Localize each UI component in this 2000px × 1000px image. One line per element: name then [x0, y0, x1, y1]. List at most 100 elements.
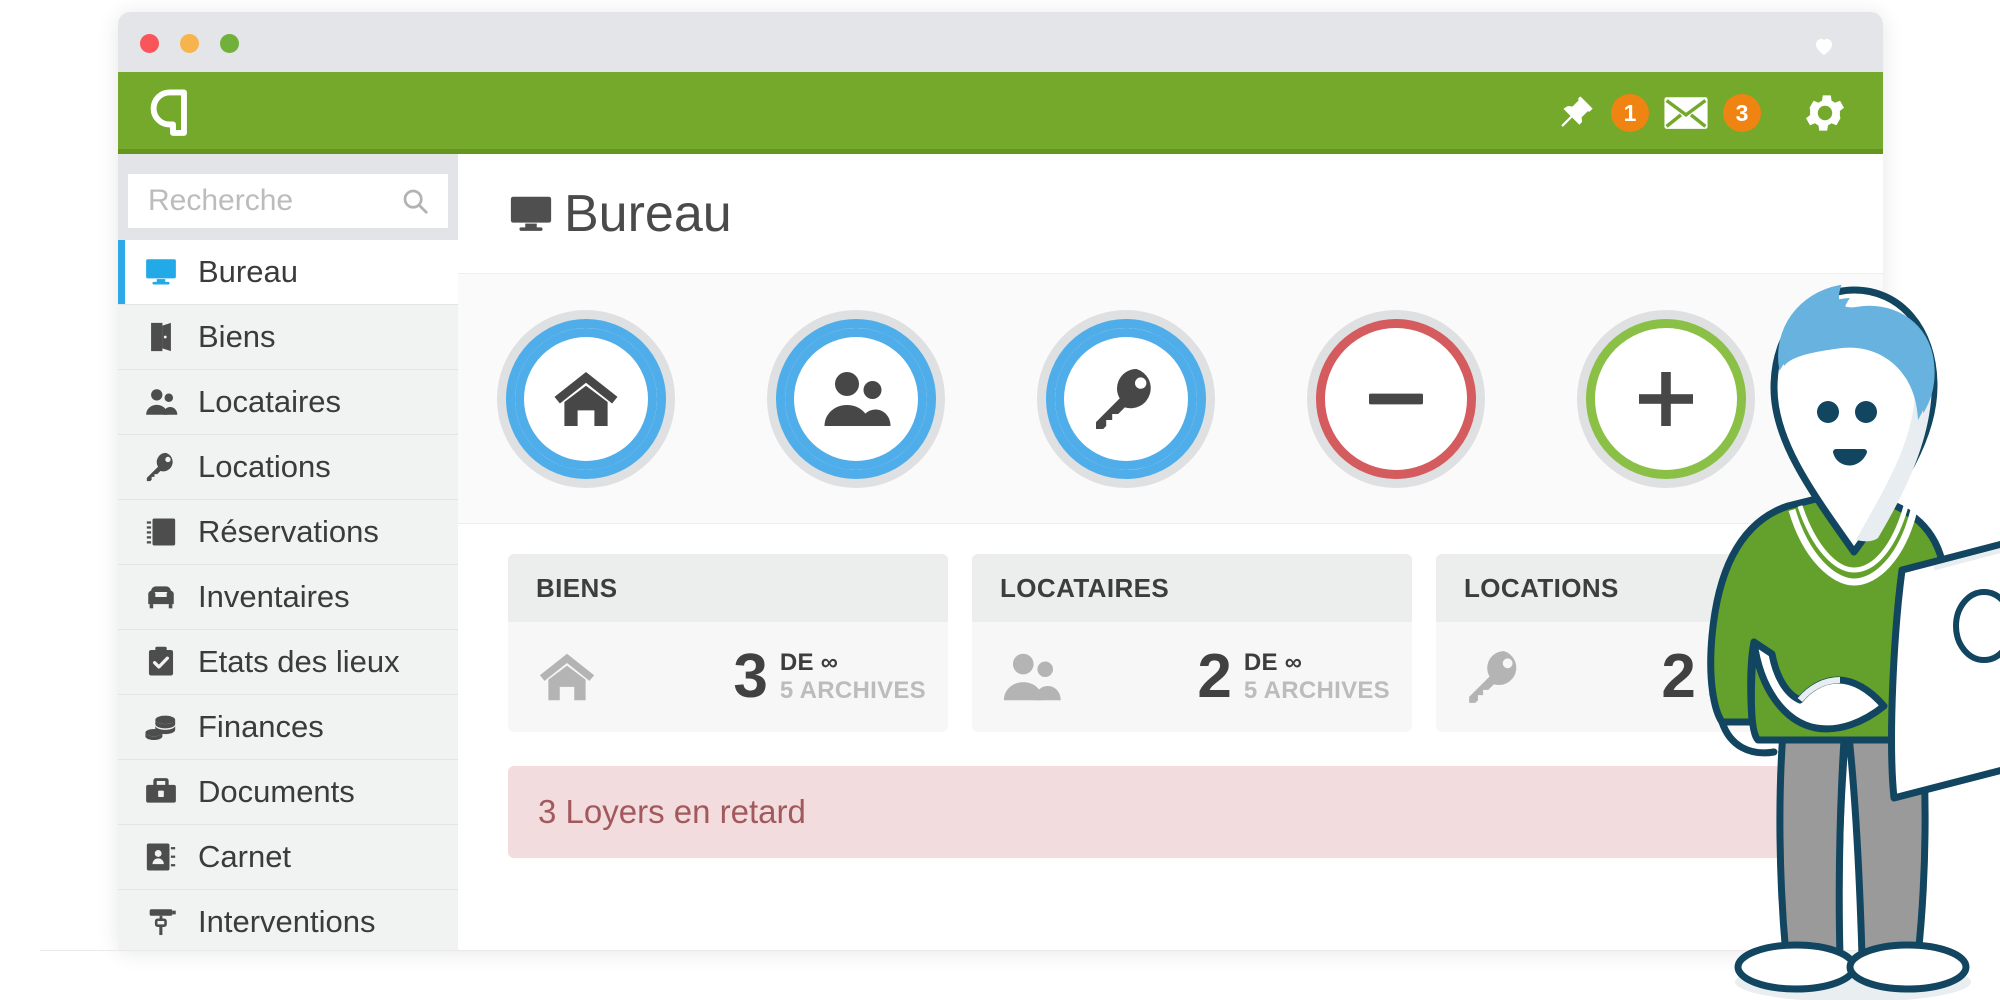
sidebar-nav: Bureau Biens Locataires Locations Réserv… [118, 240, 458, 950]
sidebar-item-etats-des-lieux[interactable]: Etats des lieux [118, 630, 458, 695]
sidebar-item-label: Finances [198, 709, 324, 744]
sidebar-item-label: Bureau [198, 254, 298, 289]
app-body: Bureau Biens Locataires [118, 154, 1883, 950]
add-property-button[interactable] [506, 318, 666, 479]
stat-card-limit: DE ∞ [779, 649, 839, 677]
add-tenant-button[interactable] [776, 318, 936, 479]
sidebar-item-carnet[interactable]: Carnet [118, 825, 458, 890]
stat-card-archives: 5 ARCHIVES [1243, 677, 1390, 704]
app-header-actions: 1 3 [1555, 72, 1849, 154]
search-box[interactable] [128, 174, 448, 228]
stat-card-values: 3 DE ∞ 5 ARCHIVES [733, 646, 926, 708]
heart-icon[interactable] [1812, 34, 1836, 58]
late-rent-alert[interactable]: 3 Loyers en retard [508, 766, 1838, 858]
sidebar: Bureau Biens Locataires [118, 154, 458, 950]
sidebar-item-label: Etats des lieux [198, 644, 400, 679]
clipboard-check-icon [144, 645, 178, 679]
stat-cards: BIENS 3 DE ∞ 5 ARCHIVES LOCATAIRES 2 DE … [458, 524, 1883, 732]
users-icon [144, 385, 178, 419]
pin-badge: 1 [1611, 94, 1649, 132]
browser-window: 1 3 Recherche Bureau Biens Locataires Lo… [118, 12, 1883, 950]
stat-card-count: 2 [1661, 642, 1696, 711]
users-icon [820, 363, 892, 435]
sidebar-item-label: Carnet [198, 839, 292, 874]
sidebar-item-documents[interactable]: Documents [118, 760, 458, 825]
door-icon [144, 320, 178, 354]
minimize-button[interactable] [180, 34, 199, 53]
sidebar-item-label: Documents [198, 774, 355, 809]
sidebar-item-interventions[interactable]: Interventions [118, 890, 458, 950]
stat-card-locataires[interactable]: LOCATAIRES 2 DE ∞ 5 ARCHIVES [972, 554, 1412, 732]
home-icon [536, 646, 598, 708]
briefcase-icon [144, 775, 178, 809]
screenshot-root: 1 3 Recherche Bureau Biens Locataires Lo… [0, 0, 2000, 1000]
search-input[interactable] [128, 174, 378, 228]
stat-card-title: BIENS [536, 572, 618, 603]
sidebar-item-locations[interactable]: Locations [118, 435, 458, 500]
app-header-bar: 1 3 [118, 72, 1883, 154]
key-icon [1464, 646, 1526, 708]
sidebar-item-label: Locations [198, 449, 331, 484]
envelope-icon[interactable] [1663, 95, 1709, 131]
notebook-icon [144, 515, 178, 549]
stat-card-title: LOCATIONS [1464, 572, 1619, 603]
stat-card-count: 3 [733, 642, 768, 711]
close-button[interactable] [140, 34, 159, 53]
stat-card-body: 2 DE ∞ 5 ARCHIVES [1436, 622, 1876, 732]
home-icon [550, 363, 622, 435]
sidebar-item-label: Biens [198, 319, 276, 354]
sidebar-item-label: Réservations [198, 514, 379, 549]
sidebar-item-inventaires[interactable]: Inventaires [118, 565, 458, 630]
quick-actions-bar [458, 274, 1883, 524]
key-icon [1090, 363, 1162, 435]
pin-icon[interactable] [1555, 92, 1597, 134]
window-controls[interactable] [140, 34, 239, 53]
page-bottom-divider [40, 950, 1885, 951]
gear-icon[interactable] [1801, 89, 1849, 137]
window-titlebar [118, 12, 1883, 72]
stat-card-body: 3 DE ∞ 5 ARCHIVES [508, 622, 948, 732]
minus-icon [1360, 363, 1432, 435]
stat-card-body: 2 DE ∞ 5 ARCHIVES [972, 622, 1412, 732]
sofa-icon [144, 580, 178, 614]
page-title: Bureau [564, 184, 732, 243]
stat-card-limit: DE ∞ [1243, 649, 1303, 677]
stat-card-header: LOCATAIRES [972, 554, 1412, 622]
sidebar-item-biens[interactable]: Biens [118, 305, 458, 370]
add-button[interactable] [1586, 318, 1746, 479]
users-icon [1000, 646, 1062, 708]
monitor-icon [508, 191, 554, 237]
stat-card-archives: 5 ARCHIVES [779, 677, 926, 704]
stat-card-values: 2 DE ∞ 5 ARCHIVES [1661, 646, 1854, 708]
key-icon [144, 450, 178, 484]
sidebar-item-label: Inventaires [198, 579, 350, 614]
sidebar-item-bureau[interactable]: Bureau [118, 240, 458, 305]
main-content: Bureau BIENS 3 DE ∞ 5 ARCHIVES LOCATAIRE… [458, 154, 1883, 945]
page-header: Bureau [458, 154, 1883, 274]
remove-button[interactable] [1316, 318, 1476, 479]
stat-card-count: 2 [1197, 642, 1232, 711]
mail-badge: 3 [1723, 94, 1761, 132]
sidebar-item-label: Locataires [198, 384, 342, 419]
stat-card-header: BIENS [508, 554, 948, 622]
rentila-logo[interactable] [146, 84, 200, 138]
sidebar-item-locataires[interactable]: Locataires [118, 370, 458, 435]
monitor-icon [144, 255, 178, 289]
late-rent-alert-text: 3 Loyers en retard [538, 793, 806, 830]
sidebar-item-finances[interactable]: Finances [118, 695, 458, 760]
plus-icon [1630, 363, 1702, 435]
stat-card-archives: 5 ARCHIVES [1707, 677, 1854, 704]
stat-card-biens[interactable]: BIENS 3 DE ∞ 5 ARCHIVES [508, 554, 948, 732]
stat-card-header: LOCATIONS [1436, 554, 1876, 622]
stat-card-title: LOCATAIRES [1000, 572, 1170, 603]
stat-card-values: 2 DE ∞ 5 ARCHIVES [1197, 646, 1390, 708]
stat-card-locations[interactable]: LOCATIONS 2 DE ∞ 5 ARCHIVES [1436, 554, 1876, 732]
add-rental-button[interactable] [1046, 318, 1206, 479]
paint-roller-icon [144, 905, 178, 939]
sidebar-item-reservations[interactable]: Réservations [118, 500, 458, 565]
coins-icon [144, 710, 178, 744]
search-icon[interactable] [400, 186, 430, 216]
stat-card-limit: DE ∞ [1707, 649, 1767, 677]
sidebar-item-label: Interventions [198, 904, 376, 939]
maximize-button[interactable] [220, 34, 239, 53]
